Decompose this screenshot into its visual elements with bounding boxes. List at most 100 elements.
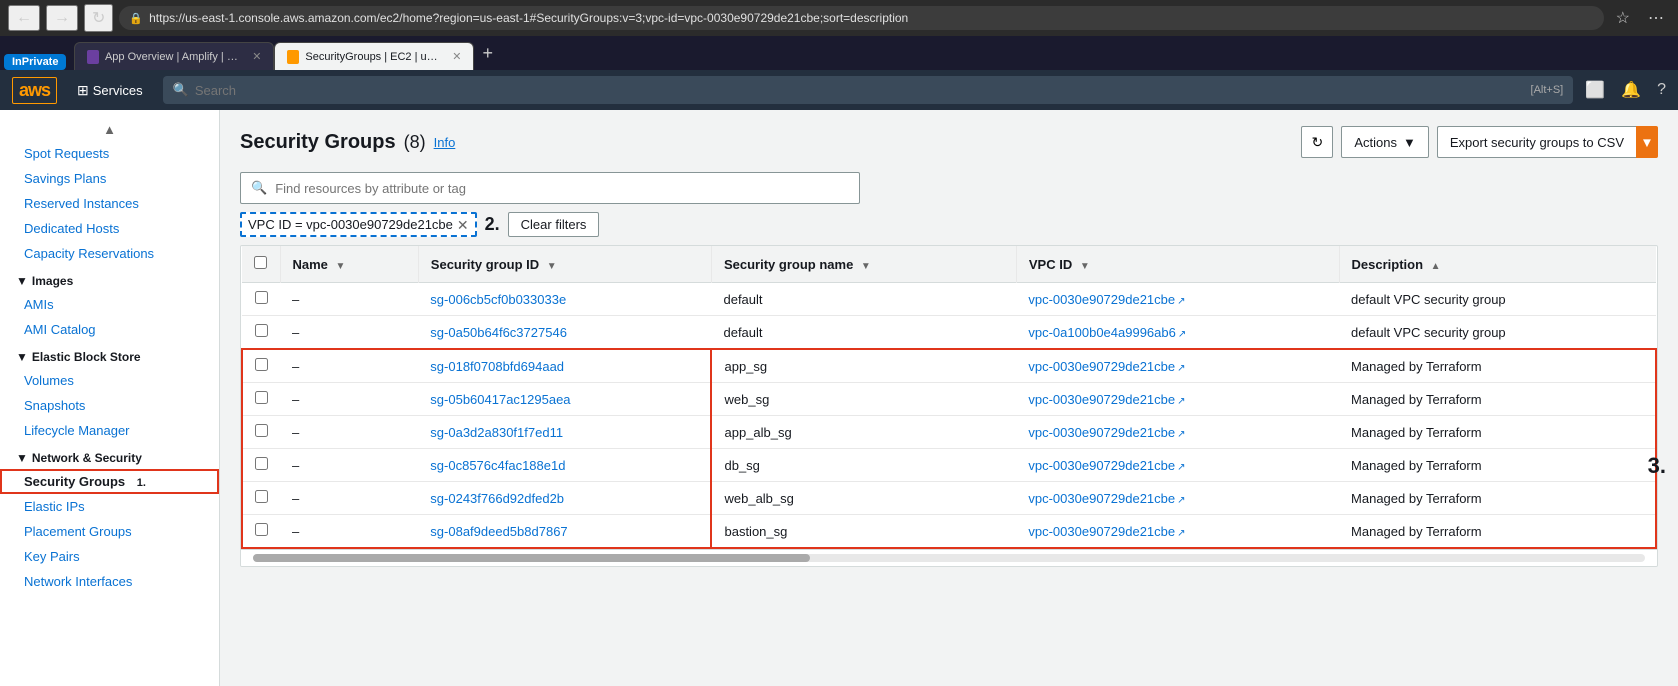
search-box[interactable]: 🔍 <box>240 172 860 204</box>
sidebar-item-network-interfaces[interactable]: Network Interfaces <box>0 569 219 594</box>
bell-icon[interactable]: 🔔 <box>1621 80 1641 100</box>
vpc-id-link[interactable]: vpc-0030e90729de21cbe <box>1028 425 1175 440</box>
cell-vpc-id[interactable]: vpc-0030e90729de21cbe↗ <box>1016 482 1339 515</box>
clear-filters-button[interactable]: Clear filters <box>508 212 600 237</box>
cell-vpc-id[interactable]: vpc-0030e90729de21cbe↗ <box>1016 416 1339 449</box>
back-button[interactable]: ← <box>8 5 40 31</box>
row-checkbox[interactable] <box>255 523 268 536</box>
cell-vpc-id[interactable]: vpc-0030e90729de21cbe↗ <box>1016 515 1339 549</box>
refresh-button[interactable]: ↻ <box>84 4 113 32</box>
table-row: –sg-0a3d2a830f1f7ed11app_alb_sgvpc-0030e… <box>242 416 1656 449</box>
sort-sg-name-icon[interactable]: ▼ <box>861 261 871 272</box>
search-input[interactable] <box>195 83 1525 98</box>
help-icon[interactable]: ? <box>1657 81 1666 99</box>
inprivate-badge: InPrivate <box>4 54 66 70</box>
sidebar-item-savings-plans[interactable]: Savings Plans <box>0 166 219 191</box>
sidebar-section-network[interactable]: ▼ Network & Security <box>0 443 219 469</box>
vpc-id-link[interactable]: vpc-0030e90729de21cbe <box>1028 524 1175 539</box>
sort-sg-id-icon[interactable]: ▼ <box>547 261 557 272</box>
vpc-id-link[interactable]: vpc-0030e90729de21cbe <box>1028 292 1175 307</box>
cell-sg-id[interactable]: sg-0c8576c4fac188e1d <box>418 449 711 482</box>
sg-id-link[interactable]: sg-0a3d2a830f1f7ed11 <box>430 425 563 440</box>
row-checkbox[interactable] <box>255 324 268 337</box>
cell-sg-id[interactable]: sg-018f0708bfd694aad <box>418 349 711 383</box>
cell-vpc-id[interactable]: vpc-0a100b0e4a9996ab6↗ <box>1016 316 1339 350</box>
refresh-button[interactable]: ↻ <box>1301 126 1333 158</box>
cell-sg-id[interactable]: sg-0a3d2a830f1f7ed11 <box>418 416 711 449</box>
tab-ec2[interactable]: SecurityGroups | EC2 | us-east-1 ✕ <box>274 42 474 70</box>
sidebar-item-reserved-instances[interactable]: Reserved Instances <box>0 191 219 216</box>
search-input[interactable] <box>275 181 849 196</box>
row-checkbox[interactable] <box>255 424 268 437</box>
sidebar-item-placement-groups[interactable]: Placement Groups <box>0 519 219 544</box>
sidebar-section-images[interactable]: ▼ Images <box>0 266 219 292</box>
aws-search-bar[interactable]: 🔍 [Alt+S] <box>163 76 1574 104</box>
sidebar-item-elastic-ips[interactable]: Elastic IPs <box>0 494 219 519</box>
cell-sg-id[interactable]: sg-006cb5cf0b033033e <box>418 283 711 316</box>
page-header: Security Groups (8) Info ↻ Actions ▼ Exp… <box>240 126 1658 158</box>
browser-settings-icon[interactable]: ⋯ <box>1642 8 1670 28</box>
external-link-icon: ↗ <box>1177 396 1185 407</box>
row-checkbox[interactable] <box>255 391 268 404</box>
filter-tag-close-button[interactable]: ✕ <box>457 218 469 232</box>
cell-vpc-id[interactable]: vpc-0030e90729de21cbe↗ <box>1016 349 1339 383</box>
vpc-id-link[interactable]: vpc-0030e90729de21cbe <box>1028 392 1175 407</box>
horizontal-scrollbar[interactable] <box>241 549 1657 566</box>
new-tab-button[interactable]: + <box>474 43 501 64</box>
vpc-id-link[interactable]: vpc-0030e90729de21cbe <box>1028 359 1175 374</box>
vpc-id-link[interactable]: vpc-0030e90729de21cbe <box>1028 491 1175 506</box>
sidebar-item-snapshots[interactable]: Snapshots <box>0 393 219 418</box>
select-all-checkbox[interactable] <box>254 256 267 269</box>
sg-id-link[interactable]: sg-08af9deed5b8d7867 <box>430 524 567 539</box>
actions-button[interactable]: Actions ▼ <box>1341 126 1429 158</box>
cell-sg-id[interactable]: sg-05b60417ac1295aea <box>418 383 711 416</box>
sort-description-icon[interactable]: ▲ <box>1431 261 1441 272</box>
sg-id-link[interactable]: sg-006cb5cf0b033033e <box>430 292 566 307</box>
sg-id-link[interactable]: sg-0243f766d92dfed2b <box>430 491 564 506</box>
export-dropdown-button[interactable]: ▼ <box>1636 126 1658 158</box>
cell-sg-id[interactable]: sg-08af9deed5b8d7867 <box>418 515 711 549</box>
row-checkbox[interactable] <box>255 291 268 304</box>
cell-sg-id[interactable]: sg-0a50b64f6c3727546 <box>418 316 711 350</box>
vpc-id-link[interactable]: vpc-0030e90729de21cbe <box>1028 458 1175 473</box>
star-icon[interactable]: ☆ <box>1610 8 1636 28</box>
row-checkbox[interactable] <box>255 490 268 503</box>
sidebar-item-spot-requests[interactable]: Spot Requests <box>0 141 219 166</box>
cell-description: Managed by Terraform <box>1339 449 1656 482</box>
close-tab-ec2[interactable]: ✕ <box>452 50 461 63</box>
sidebar-item-volumes[interactable]: Volumes <box>0 368 219 393</box>
sidebar-item-amis[interactable]: AMIs <box>0 292 219 317</box>
close-tab-amplify[interactable]: ✕ <box>252 50 261 63</box>
aws-logo[interactable]: aws <box>12 77 57 104</box>
services-menu[interactable]: ⊞ Services <box>69 78 151 103</box>
tab-favicon-amplify <box>87 50 99 64</box>
sg-id-link[interactable]: sg-018f0708bfd694aad <box>430 359 564 374</box>
cell-vpc-id[interactable]: vpc-0030e90729de21cbe↗ <box>1016 449 1339 482</box>
sidebar-item-dedicated-hosts[interactable]: Dedicated Hosts <box>0 216 219 241</box>
sidebar-item-key-pairs[interactable]: Key Pairs <box>0 544 219 569</box>
sg-id-link[interactable]: sg-0a50b64f6c3727546 <box>430 325 567 340</box>
cell-vpc-id[interactable]: vpc-0030e90729de21cbe↗ <box>1016 283 1339 316</box>
forward-button[interactable]: → <box>46 5 78 31</box>
address-bar[interactable]: 🔒 https://us-east-1.console.aws.amazon.c… <box>119 6 1603 30</box>
monitor-icon[interactable]: ⬜ <box>1585 80 1605 100</box>
tab-amplify[interactable]: App Overview | Amplify | us-east... ✕ <box>74 42 274 70</box>
sg-id-link[interactable]: sg-0c8576c4fac188e1d <box>430 458 565 473</box>
cell-vpc-id[interactable]: vpc-0030e90729de21cbe↗ <box>1016 383 1339 416</box>
vpc-id-link[interactable]: vpc-0a100b0e4a9996ab6 <box>1028 325 1175 340</box>
scroll-bar-thumb[interactable] <box>253 554 810 562</box>
sort-name-icon[interactable]: ▼ <box>336 261 346 272</box>
sidebar-item-ami-catalog[interactable]: AMI Catalog <box>0 317 219 342</box>
sidebar-item-lifecycle-manager[interactable]: Lifecycle Manager <box>0 418 219 443</box>
sidebar-item-security-groups[interactable]: Security Groups 1. <box>0 469 219 494</box>
row-checkbox[interactable] <box>255 358 268 371</box>
export-button[interactable]: Export security groups to CSV <box>1437 126 1636 158</box>
sidebar-item-capacity-reservations[interactable]: Capacity Reservations <box>0 241 219 266</box>
scroll-bar-track[interactable] <box>253 554 1645 562</box>
sg-id-link[interactable]: sg-05b60417ac1295aea <box>430 392 570 407</box>
row-checkbox[interactable] <box>255 457 268 470</box>
info-link[interactable]: Info <box>434 135 456 150</box>
sidebar-section-ebs[interactable]: ▼ Elastic Block Store <box>0 342 219 368</box>
sort-vpc-id-icon[interactable]: ▼ <box>1080 261 1090 272</box>
cell-sg-id[interactable]: sg-0243f766d92dfed2b <box>418 482 711 515</box>
